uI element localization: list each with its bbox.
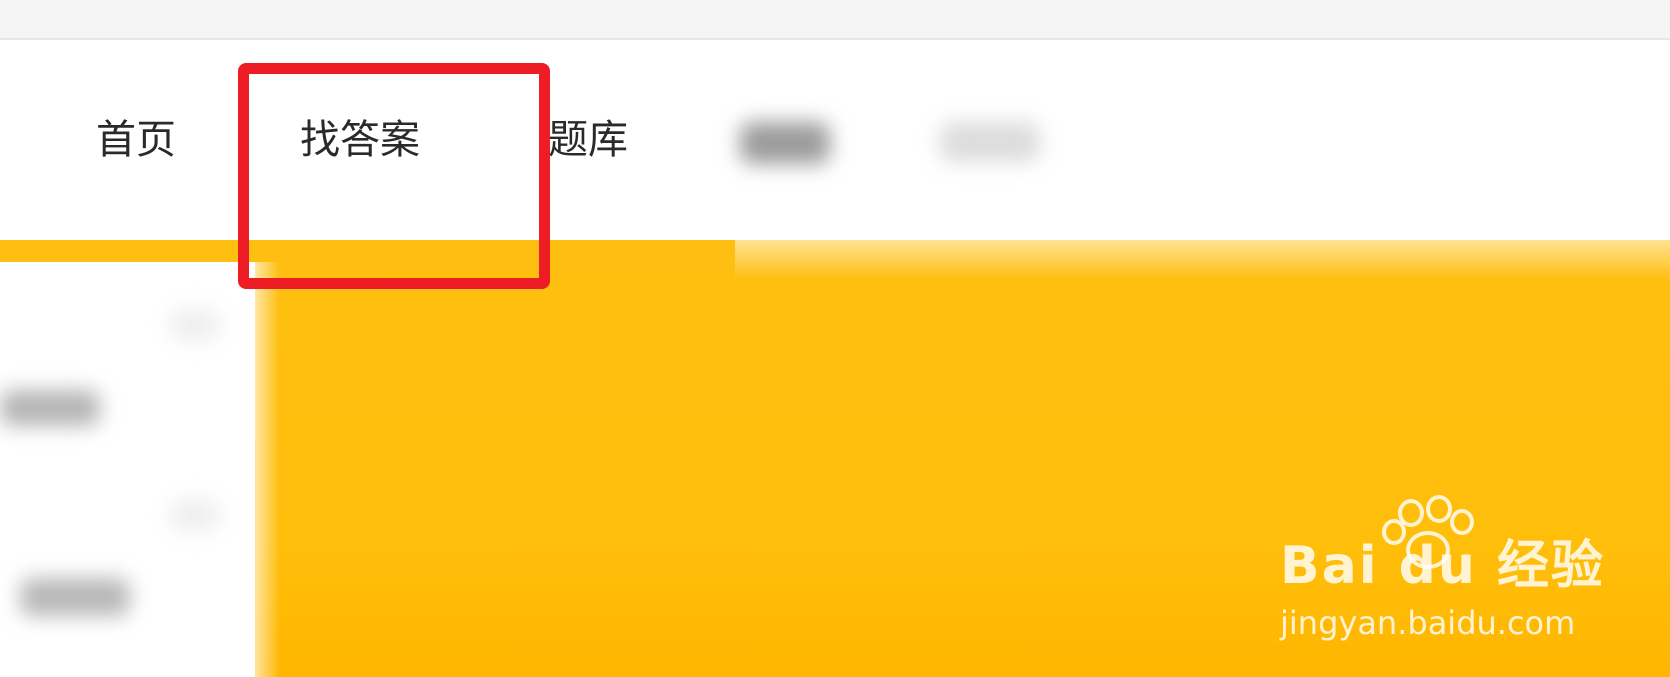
blurred-nav-item (940, 122, 1040, 162)
blurred-menu-item (170, 310, 220, 340)
nav-item-question-bank[interactable]: 题库 (548, 115, 628, 165)
blurred-menu-item (0, 390, 100, 426)
watermark-brand: Bai du 经验 (1280, 536, 1605, 596)
blurred-nav-item (740, 122, 830, 164)
left-side-panel-fade (240, 262, 280, 677)
blurred-menu-item (170, 500, 220, 530)
annotation-highlight-box (238, 63, 550, 289)
watermark-url: jingyan.baidu.com (1280, 604, 1576, 642)
top-bar (0, 0, 1670, 40)
hero-banner-fade (735, 190, 1670, 280)
blurred-menu-item (20, 578, 130, 616)
nav-item-home[interactable]: 首页 (96, 115, 176, 165)
